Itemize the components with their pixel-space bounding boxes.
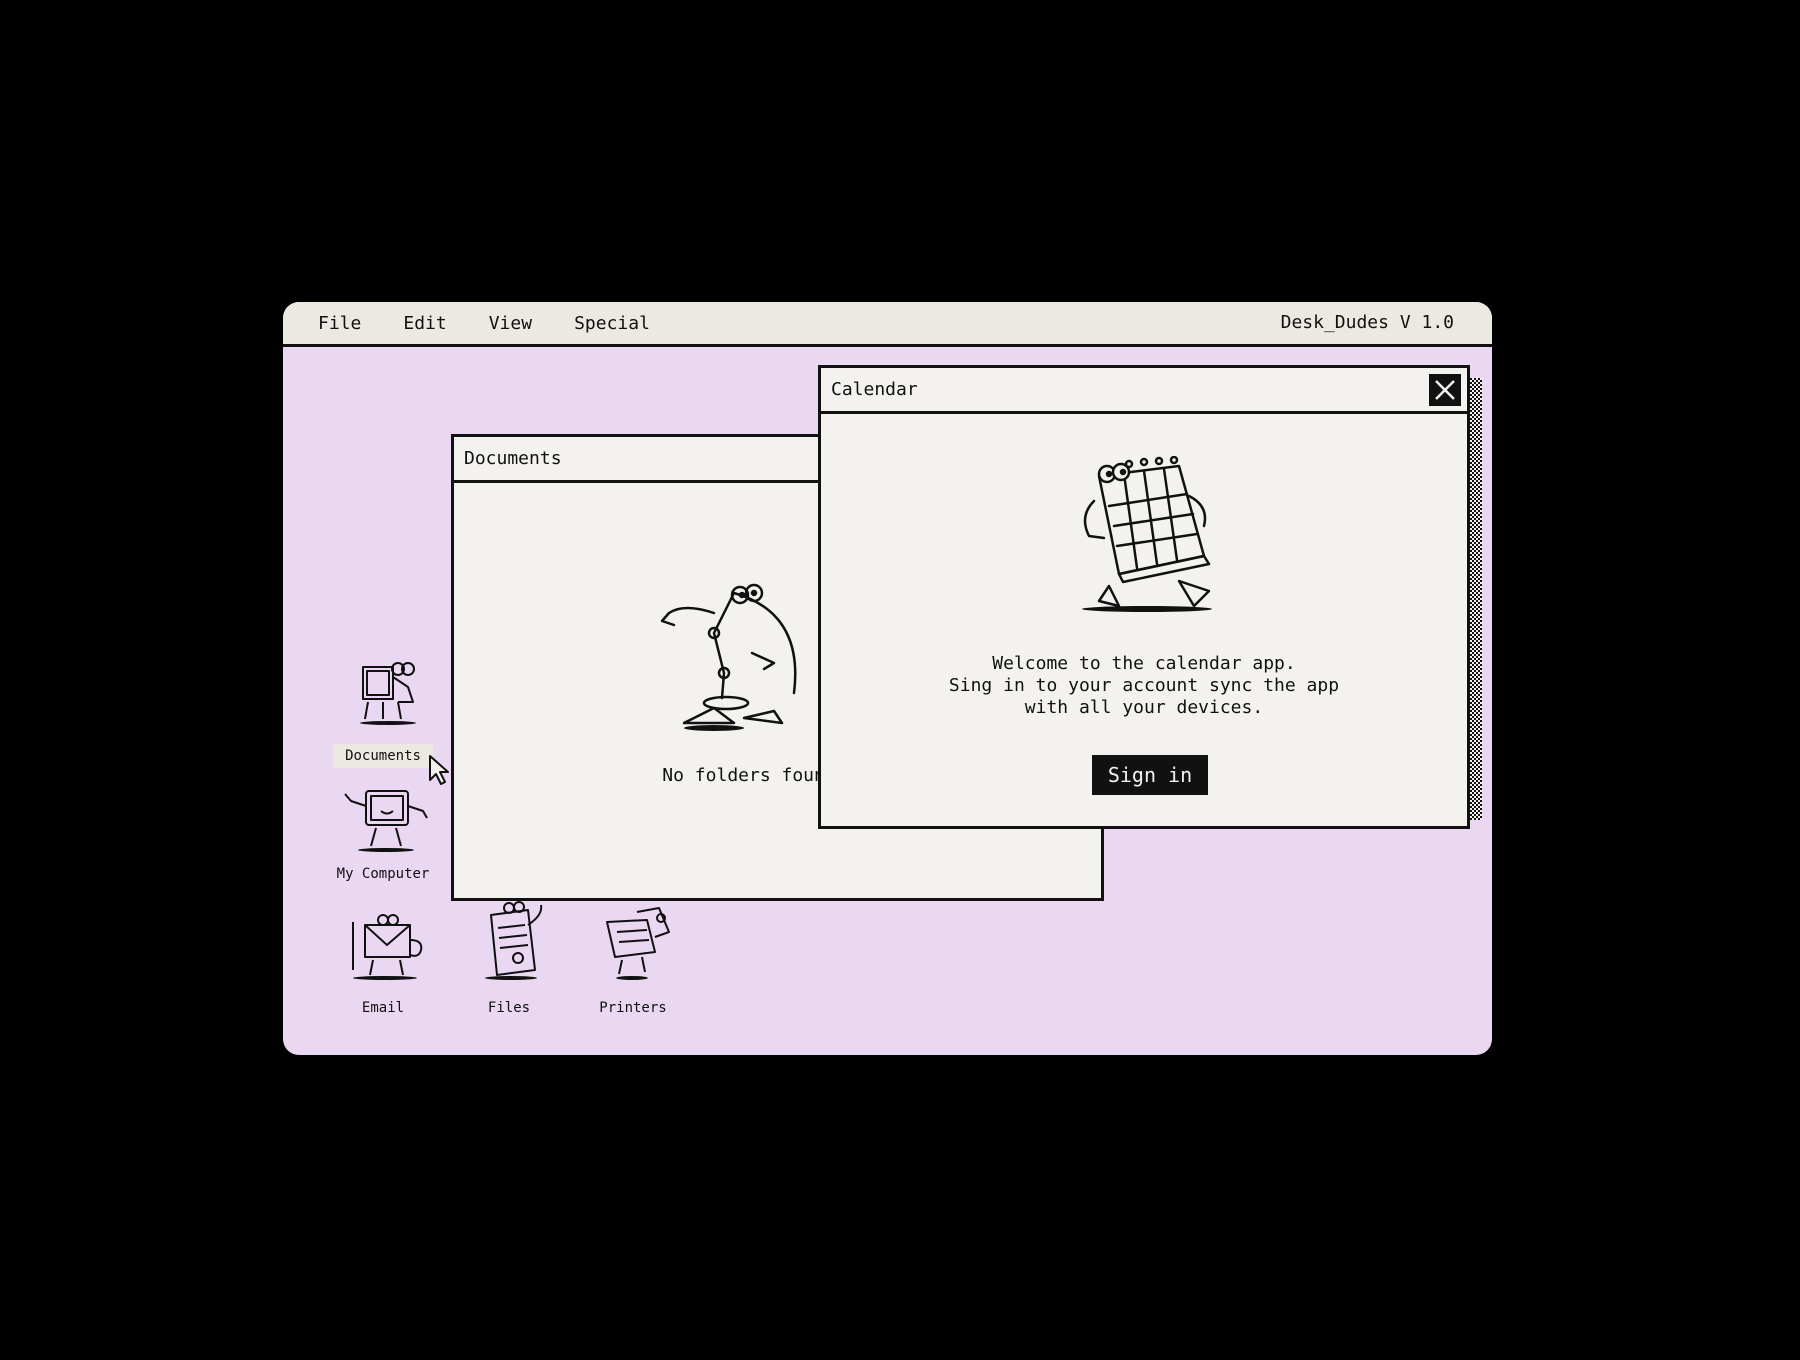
menu-bar: File Edit View Special Desk_Dudes V 1.0 [283,302,1492,347]
desktop-icon-label: My Computer [336,866,430,882]
desktop-icon-printers[interactable]: Printers [583,907,683,1020]
desktop-icon-email[interactable]: Email [333,910,433,1020]
documents-window-title: Documents [464,448,562,469]
email-dude-icon [352,914,423,980]
calendar-window[interactable]: Calendar Welcome to the calendar app. Si… [818,365,1470,829]
desktop-icon-my-computer[interactable]: My Computer [323,786,443,891]
files-dude-icon [485,901,543,980]
close-icon [1435,380,1455,400]
calendar-message-line: Welcome to the calendar app. [992,653,1296,674]
calendar-dude-icon [1082,456,1212,612]
computer-dude-icon [344,790,428,852]
desktop-icon-label: Printers [599,1000,667,1016]
printer-dude-icon [606,907,670,980]
mouse-cursor-icon [429,755,449,785]
desktop-icon-label: Email [361,1000,405,1016]
desktop-icon-files[interactable]: Files [459,901,559,1020]
app-title: Desk_Dudes V 1.0 [1280,312,1454,333]
calendar-message-line: with all your devices. [1024,697,1264,718]
sign-in-button[interactable]: Sign in [1091,755,1209,795]
calendar-welcome-message: Welcome to the calendar app. Sing in to … [821,653,1467,719]
menu-view[interactable]: View [489,313,532,334]
close-button[interactable] [1429,374,1461,406]
menu-file[interactable]: File [318,313,361,334]
desktop-icon-label: Documents [333,744,433,768]
robot-lamp-dude-icon [660,583,797,731]
desktop-icon-documents[interactable]: Documents [333,657,433,777]
desktop-icon-label: Files [487,1000,531,1016]
menu-edit[interactable]: Edit [403,313,446,334]
menu-special[interactable]: Special [574,313,650,334]
calendar-window-title: Calendar [831,379,918,400]
calendar-titlebar[interactable]: Calendar [821,368,1467,414]
documents-dude-icon [360,662,416,725]
desktop-screen: File Edit View Special Desk_Dudes V 1.0 … [283,302,1492,1055]
calendar-message-line: Sing in to your account sync the app [948,675,1340,696]
